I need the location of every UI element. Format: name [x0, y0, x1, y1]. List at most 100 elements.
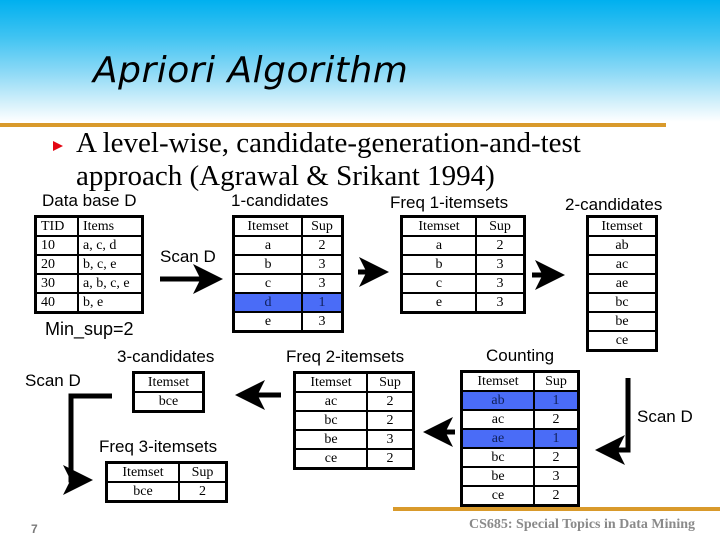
cell-itemset: bc — [460, 447, 535, 468]
table-row: be — [586, 311, 658, 332]
cell-sup: 1 — [301, 292, 344, 313]
table-row: be 3 — [293, 429, 415, 450]
table-row: ac 2 — [293, 391, 415, 412]
cell-itemset: bce — [132, 391, 205, 413]
counting-table: Itemset Sup ab 1 ac 2 ae 1 bc 2 be 3 ce 2 — [460, 370, 580, 507]
l2-table: Itemset Sup ac 2 bc 2 be 3 ce 2 — [293, 371, 415, 470]
header-sup: Sup — [366, 371, 415, 393]
cell-sup: 3 — [301, 273, 344, 294]
table-header-row: Itemset Sup — [105, 461, 228, 483]
table-row: bce — [132, 391, 205, 413]
table-row: ac — [586, 254, 658, 275]
scan-d-label-1: Scan D — [160, 247, 216, 266]
cell-sup: 3 — [301, 311, 344, 333]
table-row: ce 2 — [293, 448, 415, 470]
table-row: ab — [586, 235, 658, 256]
table-row: e3 — [232, 311, 344, 333]
cell-sup: 2 — [533, 447, 580, 468]
table-header-row: Itemset Sup — [293, 371, 415, 393]
cell-sup: 3 — [301, 254, 344, 275]
table-row: bc — [586, 292, 658, 313]
cell-itemset: be — [586, 311, 658, 332]
header-itemset: Itemset — [400, 215, 477, 237]
cell-sup: 2 — [533, 409, 580, 430]
table-row: be 3 — [460, 466, 580, 487]
c3-label: 3-candidates — [117, 347, 215, 366]
cell-itemset: ce — [460, 485, 535, 507]
table-row: e3 — [400, 292, 526, 314]
header-sup: Sup — [301, 215, 344, 237]
cell-itemset: a — [232, 235, 303, 256]
c1-table: Itemset Sup a2 b3 c3 d1 e3 — [232, 215, 344, 333]
cell-sup: 1 — [533, 390, 580, 411]
table-row-pruned: ab 1 — [460, 390, 580, 411]
table-row: c3 — [400, 273, 526, 294]
header-itemset: Itemset — [232, 215, 303, 237]
counting-label: Counting — [486, 346, 555, 365]
cell-sup: 3 — [475, 292, 526, 314]
cell-items: a, c, d — [77, 235, 144, 256]
cell-tid: 40 — [34, 292, 79, 314]
cell-itemset: c — [232, 273, 303, 294]
cell-tid: 30 — [34, 273, 79, 294]
arrow-scan-c2-to-counting — [595, 378, 631, 465]
database-label: Data base D — [42, 191, 137, 210]
l3-table: Itemset Sup bce 2 — [105, 461, 228, 503]
header-sup: Sup — [533, 370, 580, 392]
cell-itemset: d — [232, 292, 303, 313]
header-itemset: Itemset — [105, 461, 180, 483]
cell-itemset: c — [400, 273, 477, 294]
header-sup: Sup — [178, 461, 228, 483]
table-header-row: TID Items — [34, 215, 144, 237]
min-sup-label: Min_sup=2 — [45, 319, 134, 339]
c1-label: 1-candidates — [231, 191, 329, 210]
header-itemset: Itemset — [293, 371, 368, 393]
scan-d-label-2: Scan D — [637, 407, 693, 426]
cell-itemset: ab — [586, 235, 658, 256]
table-row: 20 b, c, e — [34, 254, 144, 275]
table-row: 40 b, e — [34, 292, 144, 314]
table-row: ce 2 — [460, 485, 580, 507]
table-row: ce — [586, 330, 658, 352]
cell-itemset: e — [232, 311, 303, 333]
cell-itemset: a — [400, 235, 477, 256]
table-row: ac 2 — [460, 409, 580, 430]
l1-table: Itemset Sup a2 b3 c3 e3 — [400, 215, 526, 314]
cell-sup: 3 — [533, 466, 580, 487]
table-row: a2 — [400, 235, 526, 256]
table-row-pruned: d1 — [232, 292, 344, 313]
l3-label: Freq 3-itemsets — [99, 437, 218, 456]
cell-itemset: ae — [586, 273, 658, 294]
cell-sup: 3 — [366, 429, 415, 450]
table-row: ae — [586, 273, 658, 294]
cell-items: b, c, e — [77, 254, 144, 275]
cell-sup: 2 — [366, 410, 415, 431]
cell-itemset: ab — [460, 390, 535, 411]
table-row: a2 — [232, 235, 344, 256]
cell-sup: 2 — [301, 235, 344, 256]
cell-tid: 10 — [34, 235, 79, 256]
header-itemset: Itemset — [132, 371, 205, 393]
scan-d-label-3: Scan D — [25, 371, 81, 390]
cell-sup: 3 — [475, 254, 526, 275]
cell-itemset: be — [460, 466, 535, 487]
header-tid: TID — [34, 215, 79, 237]
slide-title: Apriori Algorithm — [93, 50, 409, 91]
cell-sup: 3 — [475, 273, 526, 294]
cell-itemset: b — [232, 254, 303, 275]
cell-sup: 2 — [366, 448, 415, 470]
cell-items: a, b, c, e — [77, 273, 144, 294]
header-sup: Sup — [475, 215, 526, 237]
cell-sup: 2 — [366, 391, 415, 412]
table-row: bc 2 — [293, 410, 415, 431]
bullet-text: A level-wise, candidate-generation-and-t… — [76, 127, 581, 192]
table-row: b3 — [232, 254, 344, 275]
header-items: Items — [77, 215, 144, 237]
table-row: bc 2 — [460, 447, 580, 468]
table-row: bce 2 — [105, 481, 228, 503]
header-itemset: Itemset — [586, 215, 658, 237]
cell-itemset: bc — [586, 292, 658, 313]
table-header-row: Itemset Sup — [400, 215, 526, 237]
table-header-row: Itemset — [586, 215, 658, 237]
table-header-row: Itemset Sup — [232, 215, 344, 237]
